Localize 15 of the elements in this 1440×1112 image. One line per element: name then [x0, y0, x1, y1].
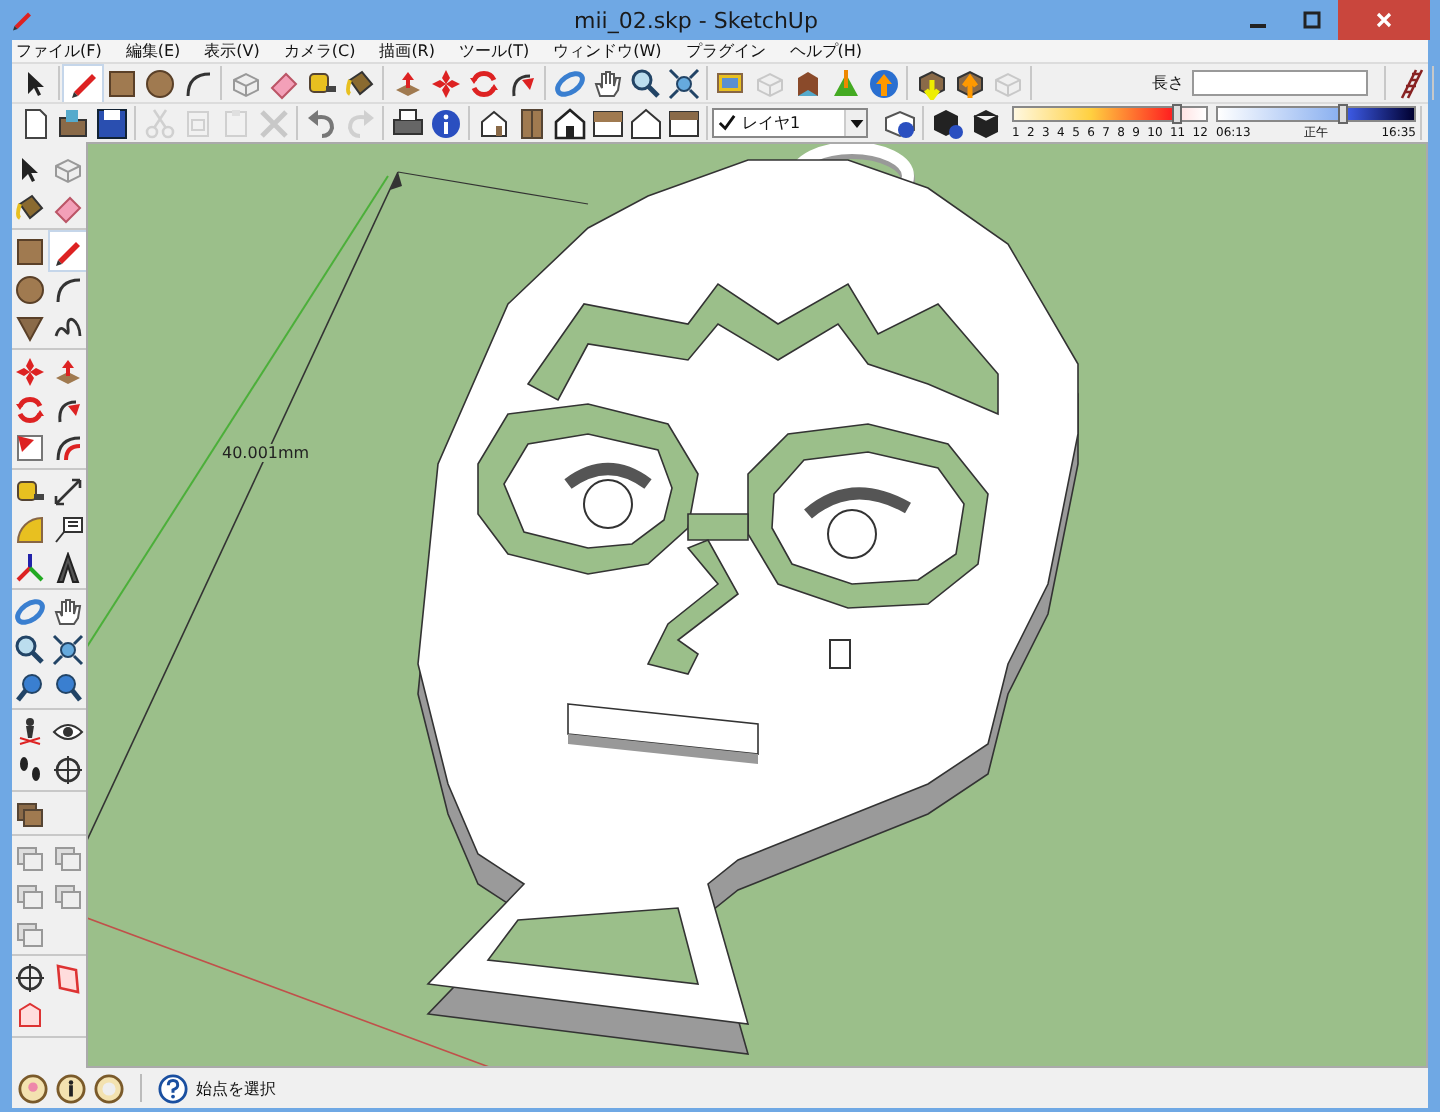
- menu-item[interactable]: 描画(R): [379, 40, 435, 62]
- menu-item[interactable]: ファイル(F): [16, 40, 102, 62]
- measurements-label: 長さ: [1152, 72, 1184, 94]
- menu-item[interactable]: プラグイン: [685, 40, 766, 62]
- 3d-viewport[interactable]: 40.001mm: [86, 142, 1428, 1068]
- menu-item[interactable]: 表示(V): [204, 40, 260, 62]
- menu-item[interactable]: ヘルプ(H): [789, 40, 863, 62]
- layer-dropdown[interactable]: レイヤ1: [712, 108, 868, 138]
- menu-item[interactable]: ツール(T): [459, 40, 530, 62]
- dimension-label: 40.001mm: [220, 444, 312, 462]
- window-title: mii_02.skp - SketchUp: [574, 7, 818, 33]
- menu-item[interactable]: 編集(E): [125, 40, 181, 62]
- menu-item[interactable]: ウィンドウ(W): [553, 40, 662, 62]
- status-text: 始点を選択: [196, 1077, 276, 1099]
- menu-item[interactable]: カメラ(C): [283, 40, 356, 62]
